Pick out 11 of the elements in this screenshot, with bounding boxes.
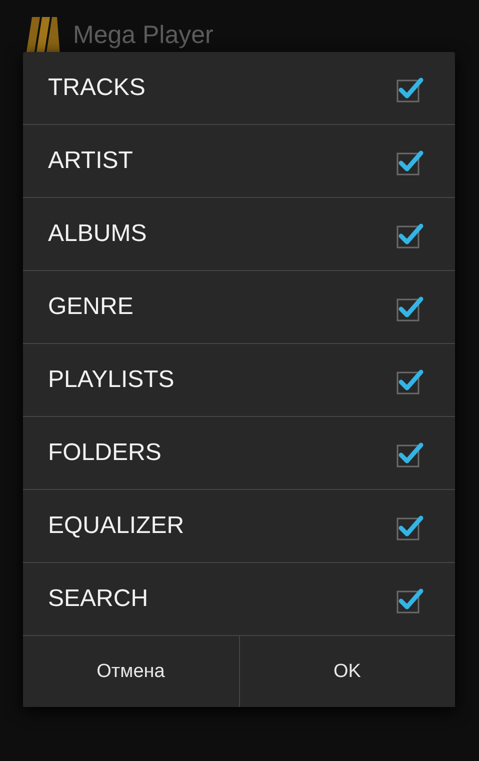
list-item[interactable]: PLAYLISTS [23, 344, 455, 417]
list-item[interactable]: ARTIST [23, 125, 455, 198]
dialog-button[interactable]: Отмена [23, 636, 238, 707]
list-item[interactable]: TRACKS [23, 52, 455, 125]
list-item[interactable]: ALBUMS [23, 198, 455, 271]
logo-icon [24, 15, 60, 55]
list-item[interactable]: EQUALIZER [23, 490, 455, 563]
app-title: Mega Player [73, 20, 214, 50]
list-item[interactable]: GENRE [23, 271, 455, 344]
list-item[interactable]: FOLDERS [23, 417, 455, 490]
dialog-button[interactable]: OK [238, 636, 455, 707]
